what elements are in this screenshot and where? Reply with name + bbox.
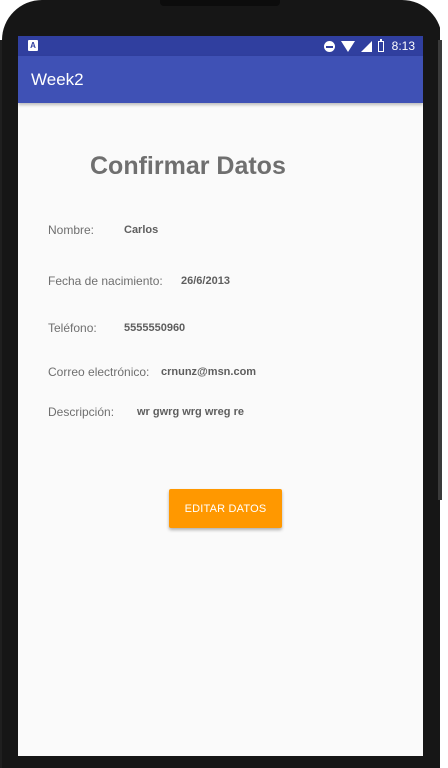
page-title: Confirmar Datos: [90, 152, 286, 180]
status-icons: 8:13: [323, 36, 415, 56]
battery-charging-icon: [377, 38, 384, 52]
edit-data-button[interactable]: EDITAR DATOS: [169, 489, 282, 528]
status-time: 8:13: [391, 39, 415, 53]
telefono-value: 5555550960: [124, 322, 186, 334]
notification-app-icon: A: [28, 40, 38, 51]
descripcion-value: wr gwrg wrg wreg re: [137, 406, 244, 418]
device-screen: A 8:13 Week2 Confirmar Datos Nombre: Car…: [18, 36, 423, 756]
app-title: Week2: [31, 70, 84, 89]
phone-side-edge: [438, 40, 442, 500]
fecha-nacimiento-value: 26/6/2013: [181, 275, 230, 287]
fecha-nacimiento-label: Fecha de nacimiento:: [48, 274, 163, 288]
descripcion-label: Descripción:: [48, 405, 115, 419]
correo-value: crnunz@msn.com: [161, 366, 257, 378]
wifi-icon: [340, 40, 355, 52]
status-bar: A 8:13: [18, 36, 423, 56]
phone-speaker: [160, 0, 280, 6]
signal-icon: [360, 40, 372, 52]
do-not-disturb-icon: [323, 40, 335, 52]
telefono-label: Teléfono:: [48, 321, 97, 335]
phone-frame: A 8:13 Week2 Confirmar Datos Nombre: Car…: [0, 0, 448, 768]
nombre-value: Carlos: [124, 224, 159, 236]
nombre-label: Nombre:: [48, 223, 95, 237]
app-bar: Week2: [18, 56, 423, 103]
correo-label: Correo electrónico:: [48, 365, 150, 379]
